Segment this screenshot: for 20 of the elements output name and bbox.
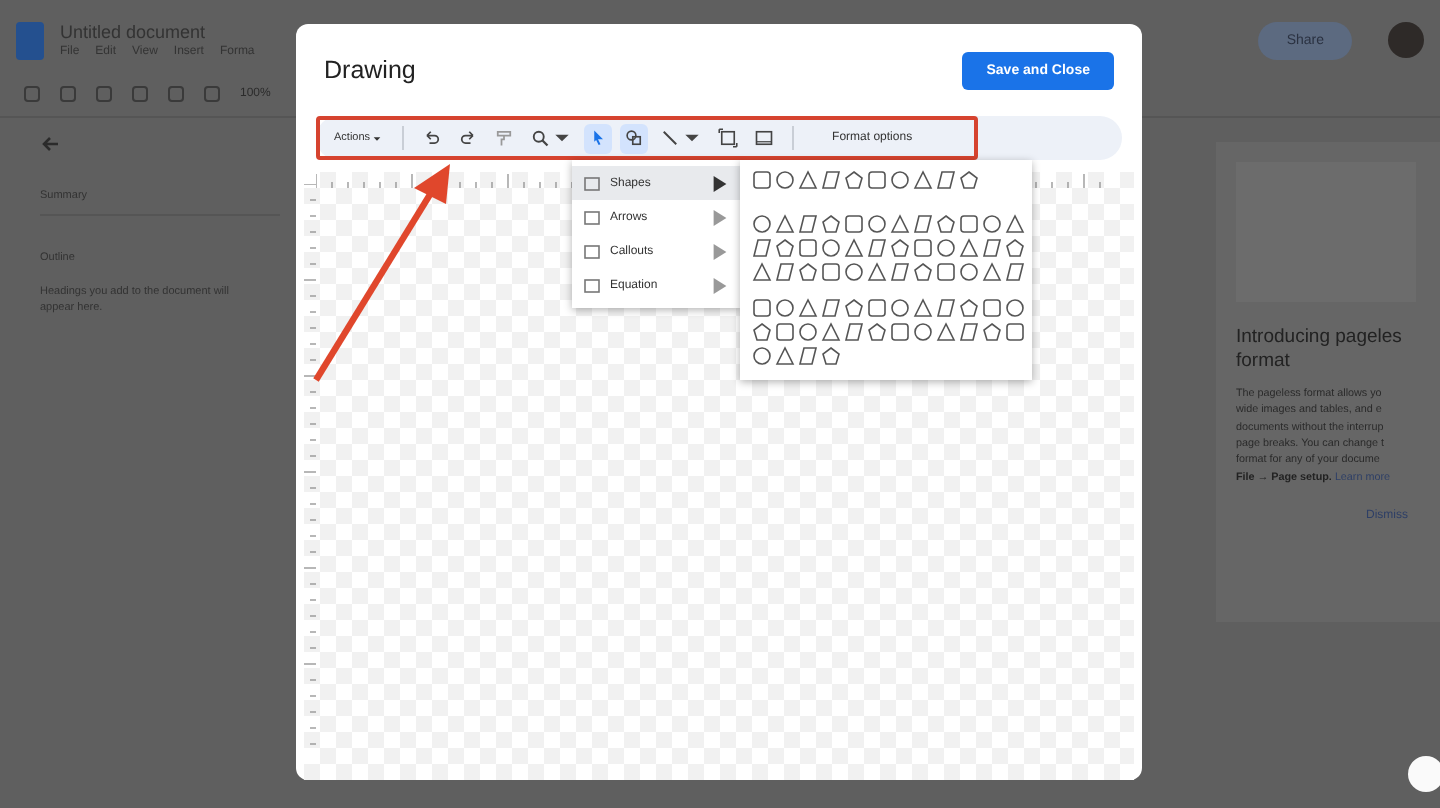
square-icon [584,277,600,293]
square-icon [584,175,600,191]
scroll-button[interactable] [1408,756,1440,792]
line-icon [660,128,681,148]
caret-icon [372,133,383,143]
promo-title: Introducing pageles [1236,326,1404,350]
square-icon [584,209,600,225]
submenu-arrow-icon [712,209,728,225]
back-arrow-icon[interactable] [40,134,60,154]
submenu-arrow-icon [712,243,728,259]
submenu-arrow-icon [712,277,728,293]
shapes-icon[interactable] [620,123,649,153]
avatar-icon[interactable] [1388,22,1424,58]
submenu-arrow-icon [712,175,728,191]
frame-icon[interactable] [714,123,743,153]
dialog-title: Drawing [324,56,416,84]
square-icon [584,243,600,259]
zoom-icon [530,128,551,148]
pointer-icon[interactable] [584,123,613,153]
promo-title: format [1236,349,1292,374]
